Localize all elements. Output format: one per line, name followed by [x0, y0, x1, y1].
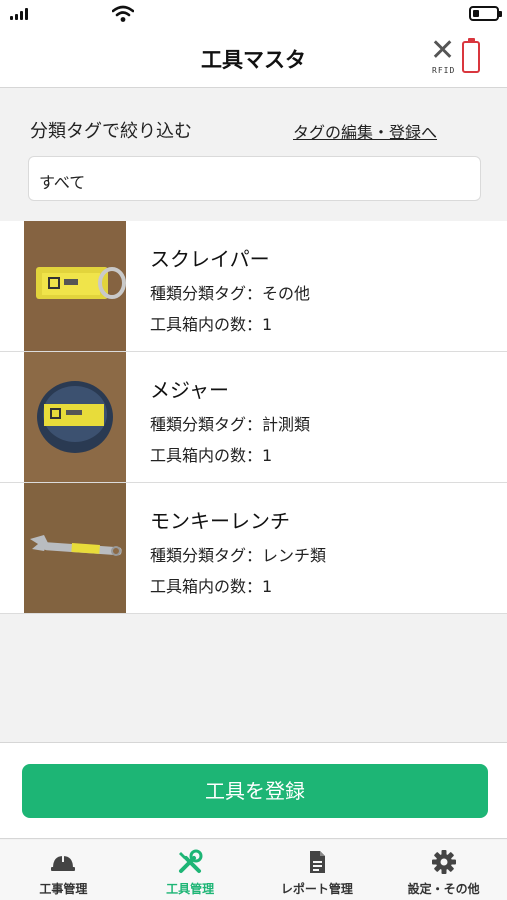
- tool-tag: 種類分類タグ：レンチ類: [150, 546, 327, 565]
- rfid-battery-icon: [462, 38, 480, 73]
- signal-icon: [10, 8, 28, 20]
- tool-list: スクレイパー 種類分類タグ：その他 工具箱内の数：1 メジャー 種類分類タグ：計…: [0, 221, 507, 614]
- gear-icon: [431, 850, 456, 874]
- status-bar: [0, 0, 507, 28]
- tab-label: 工具管理: [166, 882, 215, 896]
- tool-list-item[interactable]: モンキーレンチ 種類分類タグ：レンチ類 工具箱内の数：1: [0, 483, 507, 614]
- document-icon: [309, 851, 325, 873]
- tool-thumbnail-measure: [24, 352, 126, 482]
- tool-thumbnail-wrench: [24, 483, 126, 613]
- rfid-label: RFID: [432, 66, 456, 75]
- rfid-status-button[interactable]: ✕ RFID: [430, 34, 486, 80]
- disconnected-icon: ✕: [430, 33, 456, 68]
- register-area: 工具を登録: [0, 742, 507, 839]
- tab-tools[interactable]: 工具管理: [127, 840, 254, 900]
- edit-tags-link[interactable]: タグの編集・登録へ: [293, 119, 437, 143]
- tab-label: レポート管理: [280, 882, 353, 896]
- tools-icon: [179, 849, 203, 873]
- wifi-icon: [112, 5, 134, 22]
- tool-count: 工具箱内の数：1: [150, 315, 273, 334]
- tool-tag: 種類分類タグ：その他: [150, 284, 311, 303]
- tool-thumbnail-scraper: [24, 221, 126, 351]
- tab-label: 設定・その他: [407, 882, 480, 896]
- register-tool-button[interactable]: 工具を登録: [22, 764, 488, 818]
- tab-construction[interactable]: 工事管理: [0, 840, 127, 900]
- app-header: 工具マスタ ✕ RFID: [0, 28, 507, 88]
- tab-bar: 工事管理 工具管理 レポート管理 設定・その他: [0, 840, 507, 900]
- tool-name: スクレイパー: [150, 247, 270, 271]
- tool-list-item[interactable]: メジャー 種類分類タグ：計測類 工具箱内の数：1: [0, 352, 507, 483]
- tool-count: 工具箱内の数：1: [150, 446, 273, 465]
- tool-list-item[interactable]: スクレイパー 種類分類タグ：その他 工具箱内の数：1: [0, 221, 507, 352]
- battery-icon: [469, 6, 502, 21]
- tool-name: モンキーレンチ: [150, 509, 290, 533]
- tab-settings[interactable]: 設定・その他: [380, 840, 507, 900]
- tool-count: 工具箱内の数：1: [150, 577, 273, 596]
- tool-name: メジャー: [150, 378, 229, 402]
- tab-reports[interactable]: レポート管理: [254, 840, 381, 900]
- helmet-icon: [51, 854, 76, 871]
- tool-tag: 種類分類タグ：計測類: [150, 415, 311, 434]
- filter-label: 分類タグで絞り込む: [30, 121, 192, 142]
- tab-label: 工事管理: [39, 882, 88, 896]
- tag-filter-select[interactable]: すべて: [28, 156, 481, 201]
